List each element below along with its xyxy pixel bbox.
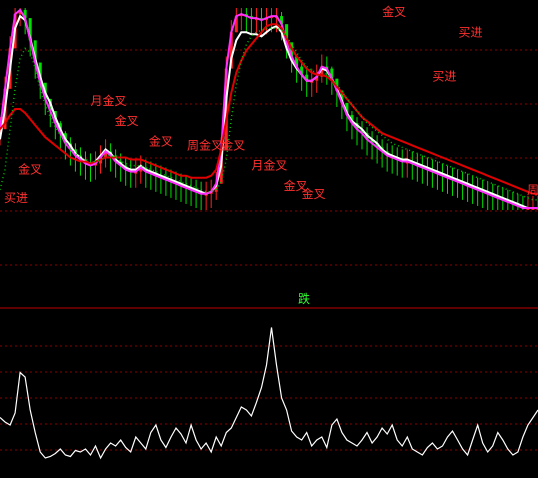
signal-label: 金叉	[149, 133, 173, 148]
stock-chart: 金叉买进月金叉金叉金叉 周金叉金叉月金叉金叉金叉金叉买进买进周 跌	[0, 4, 538, 460]
signal-label: 月金叉	[251, 158, 287, 173]
ma-line-ma_white	[0, 14, 538, 209]
signal-label: 买进	[459, 25, 483, 39]
signal-label: 买进	[4, 191, 28, 205]
oscillator-series-line	[0, 327, 538, 460]
signal-label: 周金叉	[187, 137, 223, 152]
signal-label: 月金叉	[91, 93, 127, 108]
signal-label: 周	[527, 183, 538, 197]
signal-label: 金叉	[382, 4, 406, 19]
oscillator-line	[0, 327, 538, 460]
signal-label: 买进	[432, 70, 456, 84]
signal-label: 金叉	[115, 113, 139, 128]
divider-label: 跌	[298, 291, 310, 306]
oscillator-grid	[0, 345, 538, 451]
signal-label: 金叉	[221, 137, 245, 152]
signal-label: 金叉	[18, 162, 42, 177]
signal-label: 金叉	[302, 186, 326, 201]
